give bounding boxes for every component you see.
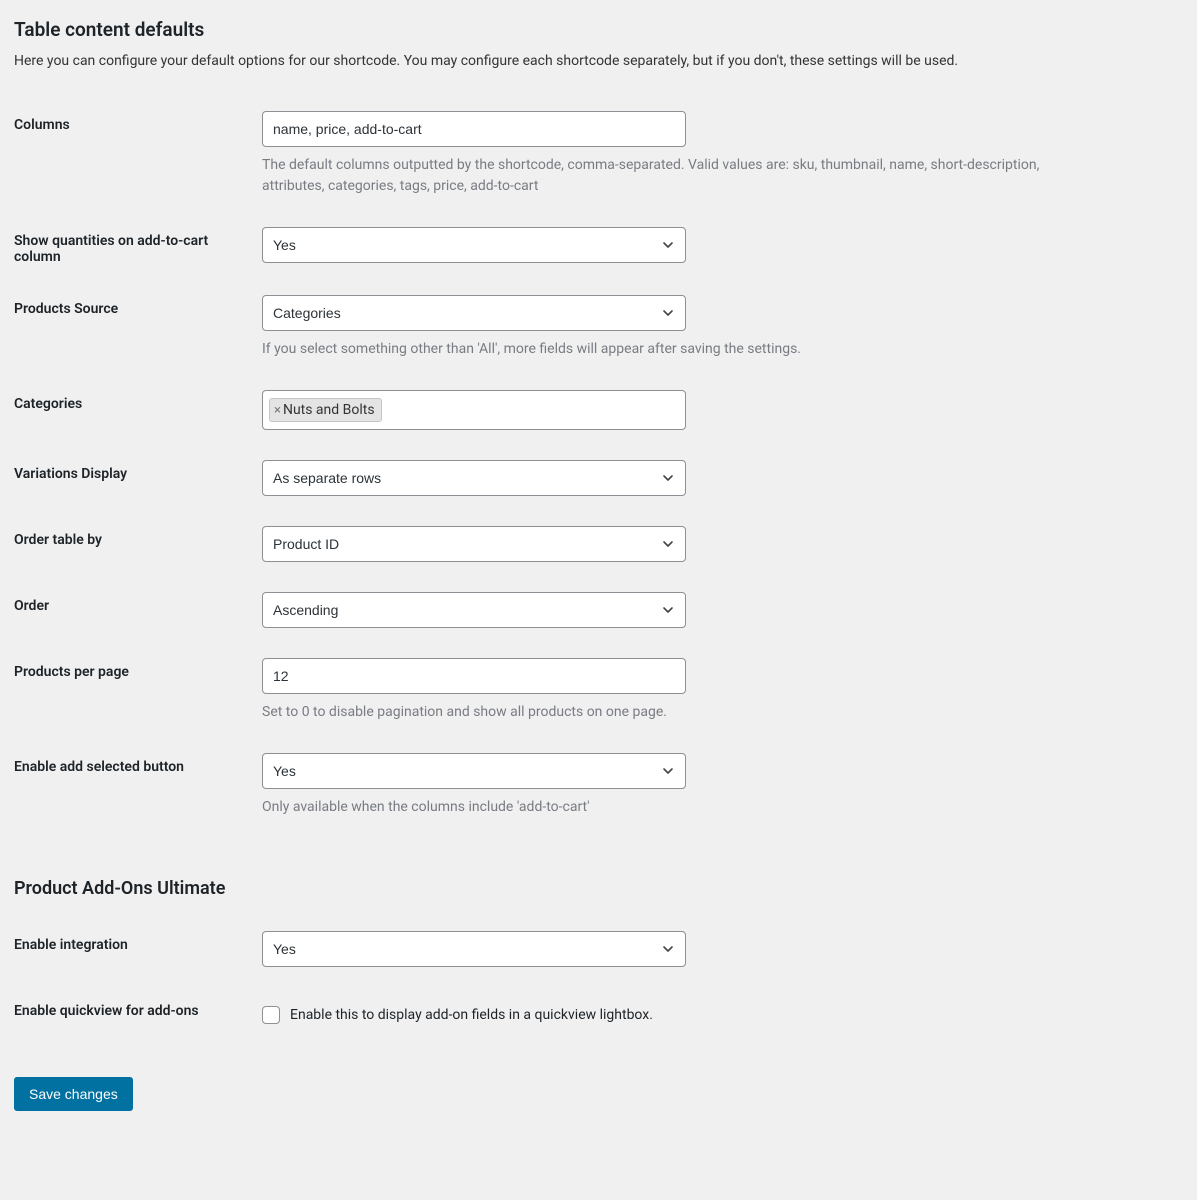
add-selected-label: Enable add selected button xyxy=(14,741,262,836)
section-title-addons: Product Add-Ons Ultimate xyxy=(14,878,1183,899)
settings-form: Columns The default columns outputted by… xyxy=(14,99,1183,836)
quickview-checkbox[interactable] xyxy=(262,1006,280,1024)
categories-input[interactable]: × Nuts and Bolts xyxy=(262,390,686,430)
category-tag-label: Nuts and Bolts xyxy=(283,402,375,418)
quickview-desc: Enable this to display add-on fields in … xyxy=(290,1007,653,1023)
show-quantities-label: Show quantities on add-to-cart column xyxy=(14,215,262,283)
columns-help: The default columns outputted by the sho… xyxy=(262,155,1082,197)
enable-integration-label: Enable integration xyxy=(14,919,262,985)
enable-integration-select[interactable]: Yes xyxy=(262,931,686,967)
add-selected-select[interactable]: Yes xyxy=(262,753,686,789)
category-tag[interactable]: × Nuts and Bolts xyxy=(269,398,382,422)
order-by-select[interactable]: Product ID xyxy=(262,526,686,562)
per-page-label: Products per page xyxy=(14,646,262,741)
variations-display-select[interactable]: As separate rows xyxy=(262,460,686,496)
close-icon[interactable]: × xyxy=(274,404,281,417)
per-page-help: Set to 0 to disable pagination and show … xyxy=(262,702,1082,723)
section-title: Table content defaults xyxy=(14,18,1183,41)
save-button[interactable]: Save changes xyxy=(14,1077,133,1111)
products-source-help: If you select something other than 'All'… xyxy=(262,339,1082,360)
order-by-label: Order table by xyxy=(14,514,262,580)
variations-display-label: Variations Display xyxy=(14,448,262,514)
order-select[interactable]: Ascending xyxy=(262,592,686,628)
per-page-input[interactable] xyxy=(262,658,686,694)
quickview-label: Enable quickview for add-ons xyxy=(14,985,262,1051)
categories-label: Categories xyxy=(14,378,262,448)
products-source-label: Products Source xyxy=(14,283,262,378)
addons-form: Enable integration Yes Enable quickview … xyxy=(14,919,1183,1051)
columns-input[interactable] xyxy=(262,111,686,147)
show-quantities-select[interactable]: Yes xyxy=(262,227,686,263)
order-label: Order xyxy=(14,580,262,646)
section-description: Here you can configure your default opti… xyxy=(14,53,1183,69)
products-source-select[interactable]: Categories xyxy=(262,295,686,331)
columns-label: Columns xyxy=(14,99,262,215)
add-selected-help: Only available when the columns include … xyxy=(262,797,1082,818)
